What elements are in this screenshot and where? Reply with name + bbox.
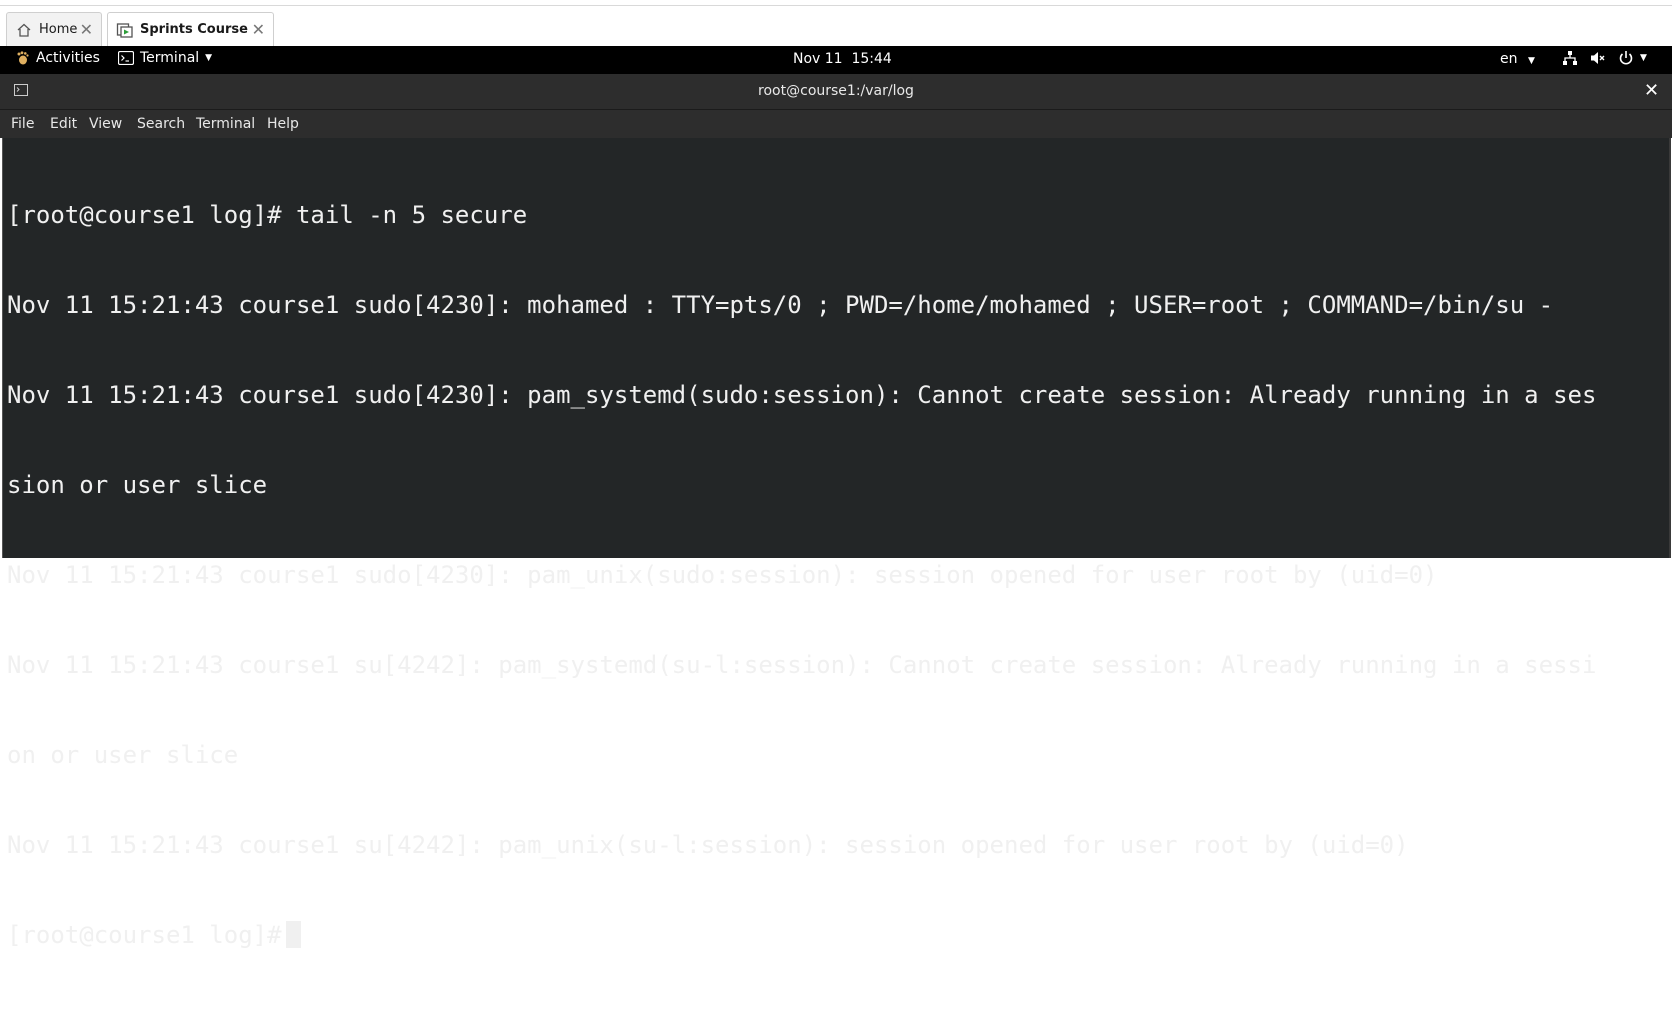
system-menu[interactable]: ▼ <box>1562 50 1647 66</box>
terminal-area[interactable]: [root@course1 log]# tail -n 5 secure Nov… <box>2 138 1671 949</box>
language-selector[interactable]: en ▼ <box>1500 51 1535 67</box>
clock[interactable]: Nov 11 15:44 <box>793 51 892 67</box>
tab-sprints-course-label: Sprints Course <box>140 22 248 37</box>
gnome-foot-icon <box>16 51 29 65</box>
vm-icon <box>116 21 134 39</box>
text-cursor <box>285 921 301 948</box>
terminal-prompt: [root@course1 log]# <box>7 921 282 949</box>
tab-home-label: Home <box>39 22 78 37</box>
tab-bar-divider <box>0 5 1672 6</box>
gnome-top-bar: Activities Terminal ▼ Nov 11 15:44 en ▼ … <box>0 46 1672 74</box>
volume-icon <box>1590 50 1606 66</box>
terminal-line: Nov 11 15:21:43 course1 su[4242]: pam_un… <box>7 831 1409 859</box>
menu-view[interactable]: View <box>89 116 122 132</box>
terminal-line: [root@course1 log]# tail -n 5 secure <box>7 201 528 229</box>
power-icon <box>1618 50 1634 66</box>
terminal-line: sion or user slice <box>7 471 268 499</box>
app-menu-terminal[interactable]: Terminal ▼ <box>118 50 212 66</box>
chevron-down-icon: ▼ <box>205 53 213 63</box>
menu-terminal[interactable]: Terminal <box>196 116 255 132</box>
terminal-line: Nov 11 15:21:43 course1 sudo[4230]: pam_… <box>7 381 1597 409</box>
close-icon[interactable]: ✕ <box>1644 80 1659 101</box>
terminal-output: [root@course1 log]# tail -n 5 secure Nov… <box>7 140 1596 1010</box>
terminal-app-icon <box>118 51 134 65</box>
window-title: root@course1:/var/log <box>758 83 914 99</box>
terminal-prompt-line[interactable]: [root@course1 log]# <box>7 920 1596 950</box>
tab-sprints-course[interactable]: Sprints Course ✕ <box>107 12 274 46</box>
activities-button[interactable]: Activities <box>16 50 100 66</box>
language-label: en <box>1500 51 1518 67</box>
tab-sprints-close-icon[interactable]: ✕ <box>252 20 265 39</box>
network-icon <box>1562 50 1578 66</box>
menu-search[interactable]: Search <box>137 116 185 132</box>
chevron-down-icon: ▼ <box>1640 53 1647 63</box>
menu-help[interactable]: Help <box>267 116 299 132</box>
menu-file[interactable]: File <box>11 116 34 132</box>
app-menu-label: Terminal <box>140 50 200 66</box>
chevron-down-icon: ▼ <box>1527 56 1535 66</box>
tab-home-close-icon[interactable]: ✕ <box>80 20 93 39</box>
terminal-line: Nov 11 15:21:43 course1 sudo[4230]: pam_… <box>7 561 1438 589</box>
tab-home[interactable]: Home ✕ <box>6 12 102 46</box>
activities-label: Activities <box>36 50 100 66</box>
window-titlebar[interactable]: root@course1:/var/log ✕ <box>0 74 1672 110</box>
terminal-line: Nov 11 15:21:43 course1 sudo[4230]: moha… <box>7 291 1554 319</box>
browser-tab-bar: Home ✕ Sprints Course ✕ <box>0 0 1672 46</box>
terminal-scrollbar[interactable] <box>1669 138 1671 558</box>
menu-edit[interactable]: Edit <box>50 116 77 132</box>
terminal-line: on or user slice <box>7 741 239 769</box>
home-icon <box>15 21 33 39</box>
terminal-menu-bar: File Edit View Search Terminal Help <box>0 110 1672 138</box>
terminal-line: Nov 11 15:21:43 course1 su[4242]: pam_sy… <box>7 651 1597 679</box>
